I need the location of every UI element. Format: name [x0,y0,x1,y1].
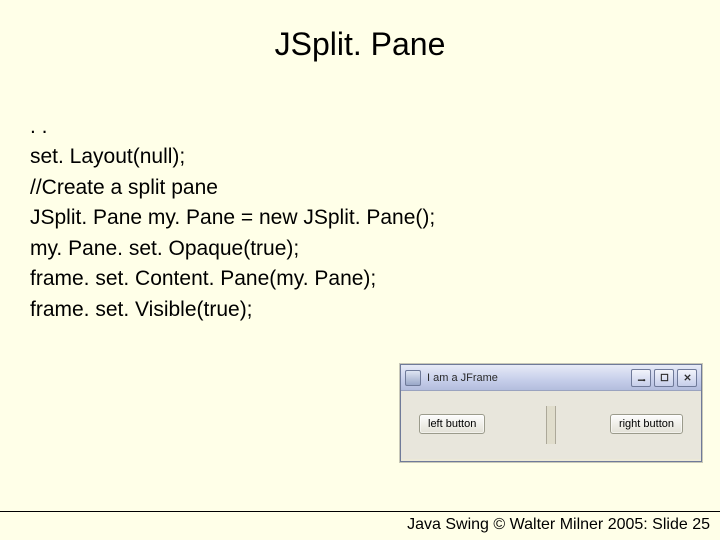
code-sample: . . set. Layout(null); //Create a split … [30,112,435,325]
java-cup-icon [405,370,421,386]
maximize-icon[interactable] [654,369,674,387]
minimize-icon[interactable] [631,369,651,387]
jframe-title-text: I am a JFrame [427,372,631,384]
jframe-titlebar: I am a JFrame [401,365,701,391]
split-left: left button [419,414,542,434]
left-button[interactable]: left button [419,414,485,434]
jframe-window: I am a JFrame left button right button [400,364,702,462]
split-divider[interactable] [546,406,556,444]
split-pane: left button right button [401,391,701,459]
split-right: right button [560,414,683,434]
jframe-window-controls [631,369,697,387]
slide-title: JSplit. Pane [0,0,720,63]
close-icon[interactable] [677,369,697,387]
jframe-content-pane: left button right button [401,391,701,459]
right-button[interactable]: right button [610,414,683,434]
slide-footer: Java Swing © Walter Milner 2005: Slide 2… [0,511,720,540]
